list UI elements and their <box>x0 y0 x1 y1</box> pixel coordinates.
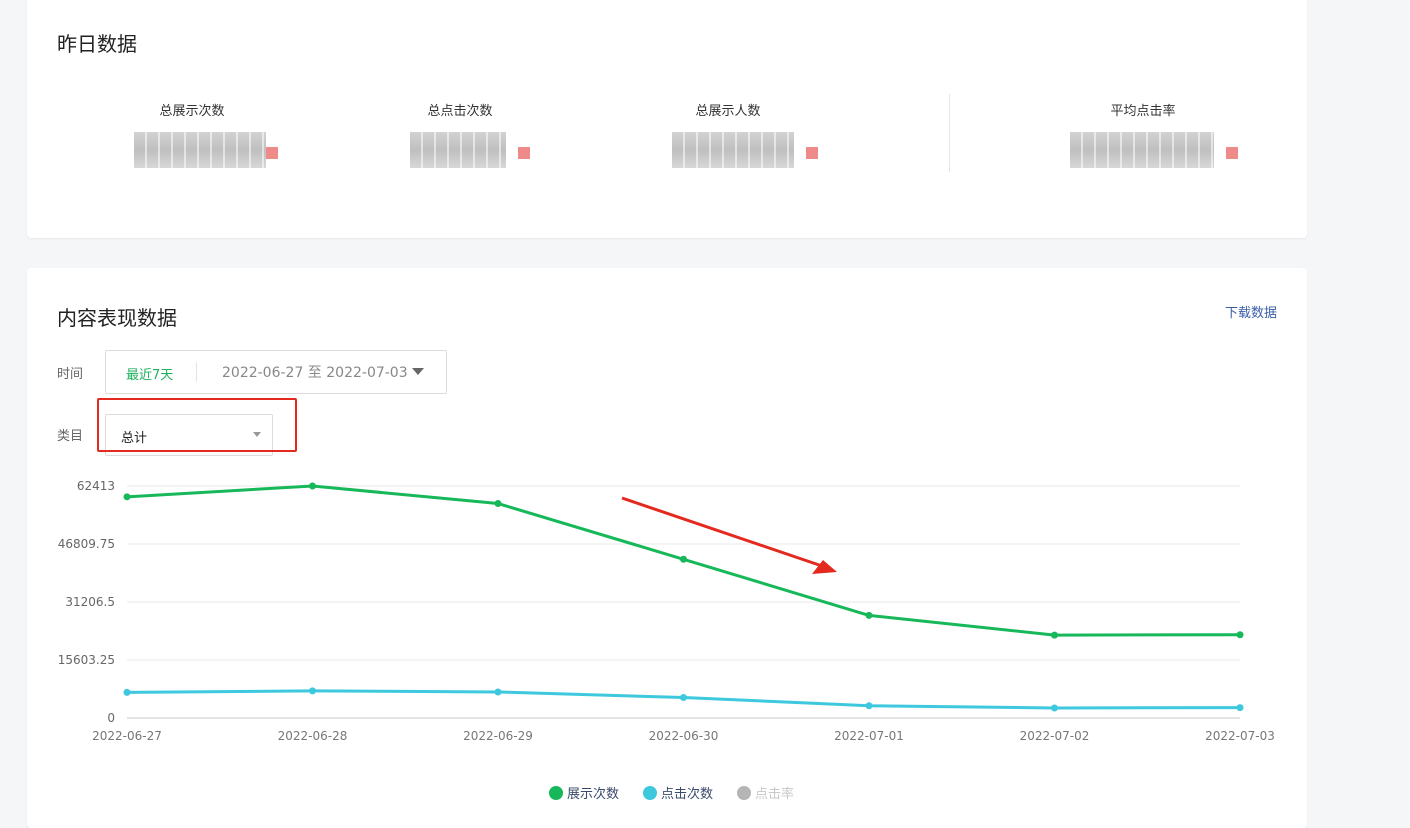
data-point[interactable] <box>123 493 131 501</box>
yesterday-card: 昨日数据 总展示次数 总点击次数 总展示人数 平均点击率 <box>27 0 1307 238</box>
metric-avg-ctr: 平均点击率 <box>1023 100 1263 119</box>
legend-label: 展示次数 <box>567 787 620 802</box>
metric-change-badge <box>518 147 530 159</box>
y-tick-label: 15603.25 <box>58 653 115 667</box>
data-point[interactable] <box>680 694 687 702</box>
chart-grid <box>127 485 1240 719</box>
x-tick-label: 2022-07-01 <box>834 729 904 743</box>
data-point[interactable] <box>865 702 873 710</box>
legend-item-clicks[interactable]: 点击次数 <box>643 783 713 802</box>
line-chart: 0 15603.25 31206.5 46809.75 62413 2022-06-27… <box>58 479 1275 743</box>
x-tick-label: 2022-06-29 <box>463 729 533 743</box>
metric-total-impressions: 总展示次数 <box>72 100 312 119</box>
content-performance-card: 内容表现数据 下载数据 时间 最近7天 2022-06-27 至 2022-07… <box>27 268 1307 828</box>
arrow-head <box>812 560 837 574</box>
annotation-arrow <box>621 496 837 574</box>
chart-series <box>123 482 1244 712</box>
data-point[interactable] <box>680 555 687 563</box>
legend-label: 点击次数 <box>661 787 714 802</box>
x-tick-label: 2022-06-30 <box>649 729 719 743</box>
x-tick-label: 2022-06-28 <box>278 729 348 743</box>
x-tick-label: 2022-07-02 <box>1020 729 1090 743</box>
data-point[interactable] <box>123 688 131 696</box>
data-point[interactable] <box>1051 631 1058 639</box>
x-axis: 2022-06-27 2022-06-28 2022-06-29 2022-06-30… <box>92 729 1275 743</box>
metric-value-blurred <box>1070 132 1214 168</box>
legend-dot-icon <box>737 785 752 800</box>
chart-legend: 展示次数 点击次数 点击率 <box>549 783 794 802</box>
legend-item-impressions[interactable]: 展示次数 <box>549 783 619 802</box>
metric-value-blurred <box>134 132 266 168</box>
legend-dot-icon <box>643 785 658 800</box>
data-point[interactable] <box>309 482 316 490</box>
metric-change-badge <box>806 147 818 159</box>
data-point[interactable] <box>865 611 873 619</box>
metric-label: 总点击次数 <box>427 104 493 119</box>
x-tick-label: 2022-06-27 <box>92 729 162 743</box>
metric-total-viewers: 总展示人数 <box>608 100 848 119</box>
metric-change-badge <box>266 147 278 159</box>
metric-value-blurred <box>410 132 506 168</box>
legend-item-ctr[interactable]: 点击率 <box>737 783 794 802</box>
data-point[interactable] <box>309 687 316 695</box>
y-tick-label: 62413 <box>77 479 115 493</box>
y-tick-label: 46809.75 <box>58 537 115 551</box>
metric-label: 平均点击率 <box>1110 104 1176 119</box>
metric-value-blurred <box>672 132 794 168</box>
data-point[interactable] <box>494 500 502 508</box>
metric-divider <box>949 94 950 172</box>
metric-change-badge <box>1226 147 1238 159</box>
x-tick-label: 2022-07-03 <box>1205 729 1275 743</box>
y-tick-label: 31206.5 <box>65 595 115 609</box>
legend-label: 点击率 <box>755 787 795 802</box>
yesterday-title: 昨日数据 <box>57 32 137 56</box>
metric-label: 总展示人数 <box>695 104 761 119</box>
y-tick-label: 0 <box>107 711 115 725</box>
legend-dot-icon <box>549 785 563 800</box>
metric-total-clicks: 总点击次数 <box>340 100 580 119</box>
data-point[interactable] <box>494 688 502 696</box>
metric-label: 总展示次数 <box>159 104 225 119</box>
data-point[interactable] <box>1236 704 1244 712</box>
y-axis: 0 15603.25 31206.5 46809.75 62413 <box>58 479 115 725</box>
data-point[interactable] <box>1236 631 1244 639</box>
data-point[interactable] <box>1051 704 1058 712</box>
arrow-shaft <box>621 496 826 569</box>
